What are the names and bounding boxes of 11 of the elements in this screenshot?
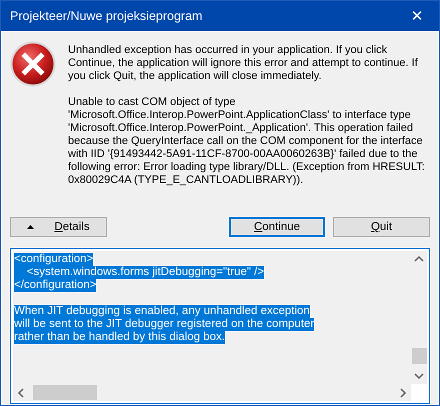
error-icon: [10, 41, 56, 87]
triangle-up-icon: [27, 225, 34, 229]
scrollbar-thumb[interactable]: [412, 348, 426, 364]
details-button[interactable]: Details: [10, 217, 107, 237]
quit-button[interactable]: Quit: [333, 217, 430, 237]
close-button[interactable]: ✕: [395, 1, 439, 31]
scrollbar-thumb[interactable]: [33, 385, 97, 400]
continue-button[interactable]: Continue: [229, 217, 325, 237]
error-message: Unhandled exception has occurred in your application. If you click Continue, the application will ignore this error and attempt to continue. If you click Quit, the application will close immediately.: [68, 44, 419, 83]
error-message: Unable to cast COM object of type 'Microsoft.Office.Interop.PowerPoint.ApplicationClass' to interface type 'Microsoft.Office.Interop.PowerPoint._Application'. This operation failed because the QueryInterface call on the COM component for the interface with IID '{91493442-5A91-11CF-8700-00AA0060263B}' failed due to the following error: Error loading type library/DLL. (Exception from HRESULT: 0x80029C4A (TYPE_E_CANTLOADLIBRARY)).: [68, 96, 425, 187]
window-title: Projekteer/Nuwe projeksieprogram: [10, 9, 202, 23]
